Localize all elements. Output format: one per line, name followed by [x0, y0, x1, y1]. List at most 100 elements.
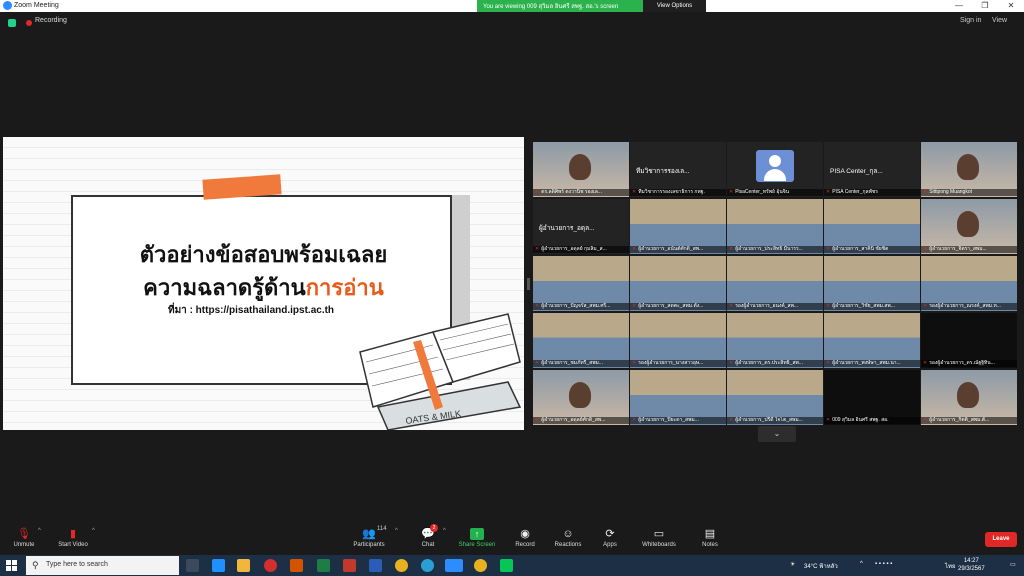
mic-muted-icon: ✕ [535, 246, 540, 252]
participant-name: ✕ รองผู้อำนวยการ_ดร.ณัฐฐิ์ทิน... [921, 360, 1017, 367]
participant-tile[interactable]: ✕ ผู้อำนวยการ_อนันต์ศักดิ์_สพ... [630, 199, 726, 254]
participant-name: ✕ 009 สุวิมล อินศรี สพฐ. สอ. [824, 417, 920, 424]
chrome-icon-2[interactable] [474, 559, 487, 572]
leave-button[interactable]: Leave [985, 532, 1017, 547]
mic-muted-icon: ✕ [923, 246, 928, 252]
participant-tile[interactable]: ✕ รองผู้อำนวยการ_ณรงค์_สพม.ห... [921, 256, 1017, 311]
sign-in-button[interactable]: Sign in [960, 17, 981, 24]
mic-muted-icon: ✕ [535, 417, 540, 423]
clock-time: 14:27 [963, 558, 979, 564]
participant-tile[interactable]: ✕ ผู้อำนวยการ_จิตรา_สพม... [921, 199, 1017, 254]
input-language[interactable]: ไทย [945, 561, 956, 571]
participant-tile[interactable]: ✕ ผู้อำนวยการ_ดร.ประสิทธิ์_สพ... [727, 313, 823, 368]
encryption-shield-icon[interactable] [8, 19, 16, 27]
participants-count: 114 [377, 526, 387, 532]
record-button[interactable]: ◉ Record [513, 528, 537, 548]
weather-icon[interactable]: ☀ [790, 561, 795, 568]
participant-tile[interactable]: ผู้อำนวยการ_อดุล... ✕ ผู้อำนวยการ_อดุลย์ ก… [533, 199, 629, 254]
notes-button[interactable]: ▤ Notes [700, 528, 720, 548]
participant-tile[interactable]: ✕ ดร.ลดิศิพร์ ดงวานิช รองเล... [533, 142, 629, 197]
apps-label: Apps [603, 542, 617, 548]
mic-muted-icon: ✕ [923, 189, 928, 195]
participant-figure [957, 382, 979, 408]
participant-tile[interactable]: PISA Center_กุล... ✕ PISA Center_กุลพัชร [824, 142, 920, 197]
participant-tile[interactable]: ✕ รองผู้อำนวยการ_ดร.ณัฐฐิ์ทิน... [921, 313, 1017, 368]
whiteboard-icon: ▭ [653, 528, 665, 540]
windows-start-icon[interactable] [6, 560, 17, 571]
close-icon[interactable]: ✕ [998, 0, 1024, 12]
participant-tile[interactable]: ทีมวิชาการรองเล... ✕ ทีมวิชาการรองเลขาธิกา… [630, 142, 726, 197]
file-explorer-icon[interactable] [237, 559, 250, 572]
unmute-button[interactable]: 🎙 Unmute [12, 528, 36, 548]
view-button[interactable]: View [992, 17, 1007, 24]
recording-label[interactable]: Recording [35, 17, 67, 24]
task-view-icon[interactable] [186, 559, 199, 572]
whiteboards-button[interactable]: ▭ Whiteboards [640, 528, 678, 548]
tray-icons[interactable]: ▪ ▪ ▪ ▪ ▪ [875, 561, 892, 567]
excel-icon[interactable] [317, 559, 330, 572]
video-options-chevron-icon[interactable]: ^ [92, 528, 95, 534]
participant-tile[interactable]: ✕ รองผู้อำนวยการ_อนงค์_สพ... [727, 256, 823, 311]
line-icon[interactable] [500, 559, 513, 572]
participant-tile[interactable]: ✕ ผู้อำนวยการ_ชมภัทรี_สพม... [533, 313, 629, 368]
participant-display-name: PISA Center_กุล... [830, 168, 883, 175]
split-handle[interactable] [527, 278, 530, 290]
participant-tile[interactable]: ✕ Sittipong Muangkot [921, 142, 1017, 197]
mic-muted-icon: ✕ [923, 417, 928, 423]
mic-muted-icon: ✕ [632, 189, 637, 195]
participant-name-text: PISA Center_กุลพัชร [832, 189, 878, 195]
participant-tile[interactable]: ✕ PisaCenter_ทรัพย์ อุ้นจิน [727, 142, 823, 197]
powerpoint-icon[interactable] [343, 559, 356, 572]
taskbar-search-box[interactable]: ⚲ Type here to search [26, 556, 179, 575]
slide-title-line2: ความฉลาดรู้ด้านการอ่าน [3, 270, 524, 305]
notification-icon[interactable]: ▭ [1010, 561, 1016, 568]
search-icon: ⚲ [32, 560, 39, 570]
apps-button[interactable]: ⟳ Apps [601, 528, 619, 548]
restore-icon[interactable]: ❐ [972, 0, 998, 12]
edge-icon[interactable] [421, 559, 434, 572]
participant-name: ✕ ผู้อำนวยการ_พงษ์ษา_สพม.นา... [824, 360, 920, 367]
gallery-scroll-down-button[interactable]: ⌄ [758, 426, 796, 442]
participant-name-text: ผู้อำนวยการ_ดร.ประสิทธิ์_สพ... [735, 360, 803, 366]
participant-tile[interactable]: ✕ รองผู้อำนวยการ_นางสาวอุษ... [630, 313, 726, 368]
mic-muted-icon: ✕ [535, 360, 540, 366]
chrome-icon[interactable] [395, 559, 408, 572]
participant-display-name: ทีมวิชาการรองเล... [636, 168, 690, 175]
participants-chevron-icon[interactable]: ^ [395, 528, 398, 534]
weather-text[interactable]: 34°C ฟ้าหลัว [804, 561, 838, 571]
participants-button[interactable]: 👥 114 Participants [351, 526, 387, 548]
mic-muted-icon: ✕ [729, 246, 734, 252]
audio-options-chevron-icon[interactable]: ^ [38, 528, 41, 534]
minimize-icon[interactable]: — [946, 0, 972, 12]
participant-name: ✕ ผู้อำนวยการ_จิตรา_สพม... [921, 246, 1017, 253]
video-off-icon: ▮ [69, 528, 77, 540]
reactions-button[interactable]: ☺ Reactions [553, 528, 583, 548]
participant-tile[interactable]: ✕ ผู้อำนวยการ_ปิยะดา_สพม... [630, 370, 726, 425]
participant-tile[interactable]: ✕ 009 สุวิมล อินศรี สพฐ. สอ. [824, 370, 920, 425]
share-screen-button[interactable]: ↑ Share Screen [458, 528, 496, 548]
participant-tile[interactable]: ✕ ผู้อำนวยการ_อดุลย์ศักดิ์_สพ... [533, 370, 629, 425]
taskbar-clock[interactable]: 14:27 29/3/2567 [958, 557, 985, 573]
opera-icon[interactable] [264, 559, 277, 572]
participant-tile[interactable]: ✕ ผู้อำนวยการ_สาคินิ ชัยชิต [824, 199, 920, 254]
reactions-label: Reactions [554, 542, 582, 548]
participant-tile[interactable]: ✕ ผู้อำนวยการ_วิชัย_สพม.สพ... [824, 256, 920, 311]
word-icon[interactable] [369, 559, 382, 572]
unmute-label: Unmute [13, 542, 35, 548]
start-video-button[interactable]: ▮ Start Video [57, 528, 89, 548]
participant-tile[interactable]: ✕ ผู้อำนวยการ_สดตะ_สพม.ตัง... [630, 256, 726, 311]
chat-chevron-icon[interactable]: ^ [443, 528, 446, 534]
mail-icon[interactable] [212, 559, 225, 572]
participant-tile[interactable]: ✕ ผู้อำนวยการ_ปัญจรัส_สพม.ศรี... [533, 256, 629, 311]
store-icon[interactable] [290, 559, 303, 572]
view-options-button[interactable]: View Options [643, 0, 706, 12]
mic-muted-icon: ✕ [535, 303, 540, 309]
mic-muted-icon: ✕ [826, 246, 831, 252]
participant-tile[interactable]: ✕ ผู้อำนวยการ_ปรีดี ใจโต_สพม... [727, 370, 823, 425]
tray-chevron-icon[interactable]: ^ [860, 561, 863, 567]
participant-tile[interactable]: ✕ ผู้อำนวยการ_ประสิทธิ์ มีนารร... [727, 199, 823, 254]
participant-tile[interactable]: ✕ ผู้อำนวยการ_กิตติ_สพม.ตั... [921, 370, 1017, 425]
book-illustration: OATS & MILK [359, 313, 522, 430]
zoom-taskbar-icon[interactable] [445, 559, 463, 572]
participant-tile[interactable]: ✕ ผู้อำนวยการ_พงษ์ษา_สพม.นา... [824, 313, 920, 368]
